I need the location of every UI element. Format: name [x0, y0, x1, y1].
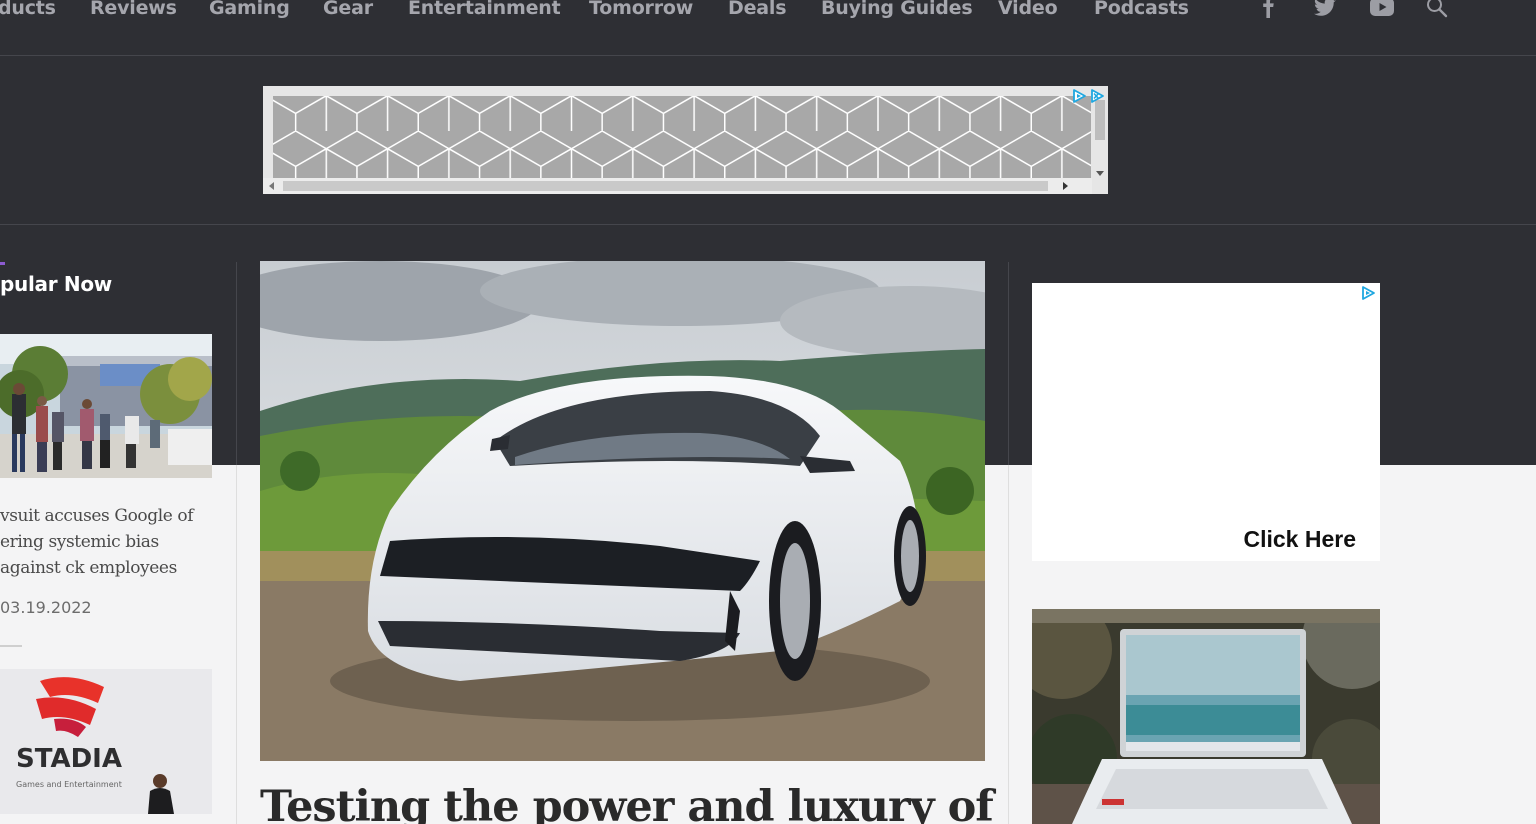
- nav-item-entertainment[interactable]: Entertainment: [408, 0, 561, 24]
- scroll-down-arrow-icon[interactable]: [1096, 171, 1104, 176]
- story-separator: [0, 645, 22, 647]
- banner-ad[interactable]: [263, 86, 1108, 194]
- scroll-left-arrow-icon[interactable]: [269, 182, 274, 190]
- adchoices-icon[interactable]: [1360, 285, 1376, 301]
- adchoices-icon[interactable]: [1071, 88, 1087, 104]
- scrollbar-thumb[interactable]: [283, 181, 1048, 191]
- column-divider: [236, 465, 237, 824]
- nav-item-podcasts[interactable]: Podcasts: [1094, 0, 1189, 24]
- nav-item-buying-guides[interactable]: Buying Guides: [821, 0, 973, 24]
- column-divider: [1008, 465, 1009, 824]
- stadia-tagline-text: Games and Entertainment: [16, 780, 122, 789]
- nav-item-reviews[interactable]: Reviews: [90, 0, 177, 24]
- ad-click-here-button[interactable]: Click Here: [1243, 526, 1356, 553]
- ad-close-icon[interactable]: [1089, 88, 1105, 104]
- facebook-icon[interactable]: [1256, 0, 1282, 20]
- nav-item-gear[interactable]: Gear: [323, 0, 373, 24]
- story-thumbnail[interactable]: [0, 334, 212, 478]
- column-divider: [236, 262, 237, 465]
- search-icon[interactable]: [1424, 0, 1450, 20]
- section-accent-bar: [0, 262, 5, 265]
- story-headline[interactable]: vsuit accuses Google of ering systemic b…: [0, 503, 215, 581]
- scrollbar-thumb[interactable]: [1095, 100, 1105, 140]
- twitter-icon[interactable]: [1312, 0, 1338, 20]
- story-date: 03.19.2022: [0, 598, 92, 617]
- popular-now-heading: pular Now: [0, 272, 112, 296]
- youtube-icon[interactable]: [1369, 0, 1395, 20]
- nav-item-deals[interactable]: Deals: [728, 0, 787, 24]
- nav-item-products[interactable]: ducts: [0, 0, 56, 24]
- nav-item-gaming[interactable]: Gaming: [209, 0, 290, 24]
- nav-item-tomorrow[interactable]: Tomorrow: [589, 0, 693, 24]
- column-divider: [1008, 262, 1009, 465]
- story-thumbnail[interactable]: [1032, 609, 1380, 824]
- hero-image[interactable]: [260, 261, 985, 761]
- main-article-headline[interactable]: Testing the power and luxury of: [260, 782, 1020, 824]
- banner-ad-image: [273, 96, 1091, 178]
- story-thumbnail[interactable]: STADIA Games and Entertainment: [0, 669, 212, 814]
- sidebar-ad[interactable]: Click Here: [1032, 283, 1380, 561]
- nav-item-video[interactable]: Video: [998, 0, 1058, 24]
- banner-horizontal-scrollbar[interactable]: [263, 178, 1092, 194]
- stadia-brand-text: STADIA: [16, 744, 122, 774]
- top-navigation: ducts Reviews Gaming Gear Entertainment …: [0, 0, 1536, 56]
- banner-vertical-scrollbar[interactable]: [1092, 96, 1108, 178]
- scroll-right-arrow-icon[interactable]: [1063, 182, 1068, 190]
